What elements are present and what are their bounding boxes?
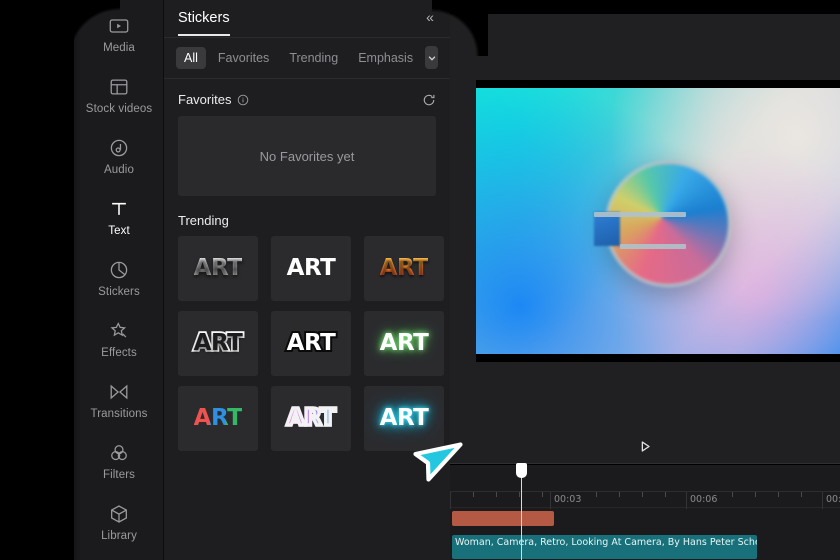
sticker-art-black-outline[interactable]: ART xyxy=(271,311,351,376)
page-title: Stickers xyxy=(178,10,230,36)
preview-bar-top xyxy=(594,212,686,217)
audio-icon xyxy=(108,137,130,159)
category-tabs: All Favorites Trending Emphasis xyxy=(164,38,450,79)
window-left-mask xyxy=(0,0,80,560)
library-icon xyxy=(108,503,130,525)
sidebar-item-label: Audio xyxy=(104,164,134,176)
stickers-panel: Stickers « All Favorites Trending Emphas… xyxy=(164,0,450,560)
sticker-art-fire-gradient[interactable]: ART xyxy=(364,236,444,301)
ruler-label: 00:0 xyxy=(826,494,840,505)
sidebar-item-label: Effects xyxy=(101,347,137,359)
playhead-handle[interactable] xyxy=(516,463,527,478)
left-nav-rail: Media Stock videos Audio Text Stickers E… xyxy=(74,0,164,560)
info-icon[interactable] xyxy=(237,94,249,106)
text-icon xyxy=(108,198,130,220)
tab-favorites[interactable]: Favorites xyxy=(210,47,277,69)
filters-icon xyxy=(108,442,130,464)
sticker-art-pink-blue[interactable]: ART xyxy=(271,386,351,451)
sticker-art-green-glow[interactable]: ART xyxy=(364,311,444,376)
media-icon xyxy=(108,15,130,37)
preview-orb-shape xyxy=(605,160,732,287)
favorites-empty-state: No Favorites yet xyxy=(178,116,436,196)
refresh-icon[interactable] xyxy=(422,93,436,107)
clipchamp-editor-window: Media Stock videos Audio Text Stickers E… xyxy=(0,0,840,560)
timeline-clip-label: Woman, Camera, Retro, Looking At Camera,… xyxy=(455,537,757,548)
transitions-icon xyxy=(108,381,130,403)
playhead[interactable] xyxy=(516,463,527,560)
preview-tab-shape xyxy=(594,212,620,246)
sticker-art-tricolor[interactable]: ART xyxy=(178,386,258,451)
sidebar-item-audio[interactable]: Audio xyxy=(74,126,164,187)
tab-trending[interactable]: Trending xyxy=(281,47,346,69)
sticker-art-white-outline[interactable]: ART xyxy=(178,311,258,376)
timeline-video-clip[interactable]: Woman, Camera, Retro, Looking At Camera,… xyxy=(452,535,757,559)
chevron-down-icon[interactable] xyxy=(425,46,438,69)
sidebar-item-label: Transitions xyxy=(90,408,148,420)
sidebar-item-filters[interactable]: Filters xyxy=(74,431,164,492)
sticker-label: ART xyxy=(285,405,338,432)
sidebar-item-effects[interactable]: Effects xyxy=(74,309,164,370)
effects-icon xyxy=(108,320,130,342)
sticker-label: ART xyxy=(193,255,243,281)
sticker-label: ART xyxy=(379,255,429,281)
sticker-art-neon-cyan[interactable]: ART xyxy=(364,386,444,451)
timeline-toolbar xyxy=(450,465,840,491)
timeline-audio-clip[interactable] xyxy=(452,511,554,526)
sticker-label: ART xyxy=(379,405,429,431)
ruler-label: 00:06 xyxy=(690,494,718,505)
sidebar-item-media[interactable]: Media xyxy=(74,4,164,65)
sidebar-item-label: Stickers xyxy=(98,286,140,298)
sidebar-item-transitions[interactable]: Transitions xyxy=(74,370,164,431)
sidebar-item-label: Media xyxy=(103,42,135,54)
sidebar-item-text[interactable]: Text xyxy=(74,187,164,248)
timeline[interactable]: 00:03 00:06 00:0 Woman, Camera, Retro, L… xyxy=(450,463,840,560)
favorites-heading: Favorites xyxy=(178,92,232,107)
video-preview-frame[interactable] xyxy=(476,80,840,362)
sidebar-item-label: Text xyxy=(108,225,130,237)
sidebar-item-label: Filters xyxy=(102,469,135,481)
stock-videos-icon xyxy=(108,76,130,98)
sticker-label: ART xyxy=(192,330,245,357)
favorites-empty-text: No Favorites yet xyxy=(259,148,355,164)
sticker-label: ART xyxy=(287,257,336,284)
play-icon[interactable] xyxy=(635,437,655,457)
panel-header: Stickers « xyxy=(164,0,450,38)
timeline-ruler[interactable]: 00:03 00:06 00:0 xyxy=(450,491,840,509)
favorites-section-header: Favorites xyxy=(164,79,450,116)
sticker-label: ART xyxy=(193,405,243,431)
sticker-label: ART xyxy=(285,330,338,357)
sidebar-item-stock-videos[interactable]: Stock videos xyxy=(74,65,164,126)
trending-heading: Trending xyxy=(178,213,229,228)
preview-pane xyxy=(450,0,840,430)
tab-emphasis[interactable]: Emphasis xyxy=(350,47,421,69)
sidebar-item-stickers[interactable]: Stickers xyxy=(74,248,164,309)
stickers-icon xyxy=(108,259,130,281)
sidebar-item-label: Stock videos xyxy=(85,103,153,115)
sticker-art-chrome[interactable]: ART xyxy=(178,236,258,301)
sidebar-item-label: Library xyxy=(101,530,137,542)
preview-bar-bottom xyxy=(620,244,686,249)
ruler-label: 00:03 xyxy=(554,494,582,505)
collapse-panel-icon[interactable]: « xyxy=(418,6,440,28)
sticker-art-rainbow-glitch[interactable]: ART xyxy=(271,236,351,301)
sticker-label: ART xyxy=(379,330,429,356)
transport-controls xyxy=(450,430,840,464)
sticker-grid: ART ART ART ART ART ART ART ART ART ART xyxy=(164,236,450,451)
sidebar-item-library[interactable]: Library xyxy=(74,492,164,553)
tab-all[interactable]: All xyxy=(176,46,206,69)
video-preview-image xyxy=(476,88,840,354)
